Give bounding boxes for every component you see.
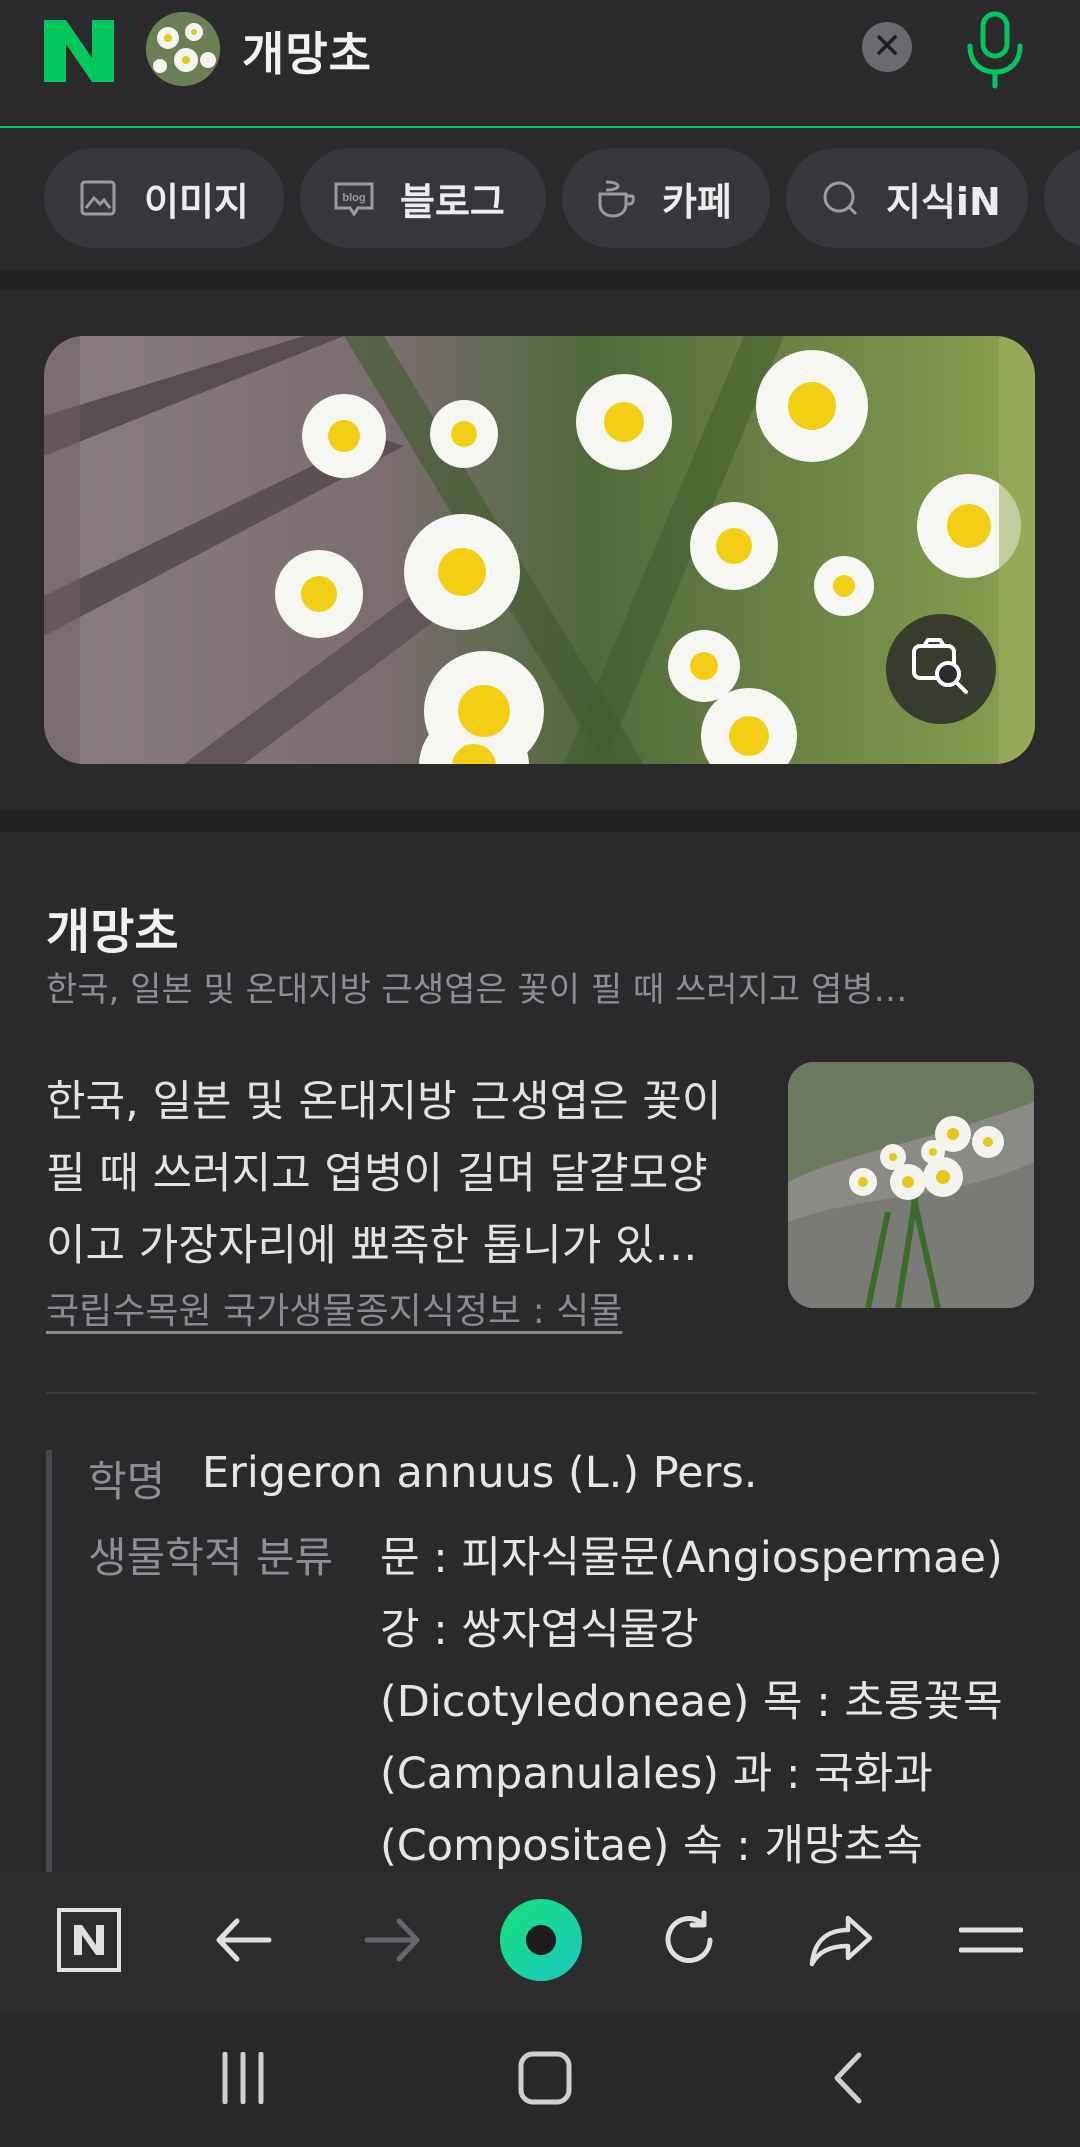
image-search-icon	[908, 634, 974, 704]
image-icon	[74, 174, 122, 222]
recent-apps-icon	[219, 2051, 267, 2108]
classification-label: 생물학적 분류	[88, 1533, 334, 1582]
tab-more[interactable]	[1044, 148, 1080, 248]
tab-knowledge-in[interactable]: 지식iN	[786, 148, 1028, 248]
query-thumbnail	[146, 12, 220, 86]
menu-button[interactable]	[946, 1902, 1036, 1982]
knowledge-icon	[816, 174, 864, 222]
encyclopedia-card: 개망초 한국, 일본 및 온대지방 근생엽은 꽃이 필 때 쓰러지고 엽병… 한…	[0, 832, 1080, 1880]
recent-apps-button[interactable]	[198, 2040, 288, 2120]
home-icon	[517, 2050, 573, 2110]
system-navigation-bar	[0, 2012, 1080, 2147]
cafe-cup-icon	[592, 174, 640, 222]
menu-icon	[958, 1920, 1024, 1964]
share-icon	[808, 1912, 874, 1972]
refresh-button[interactable]	[644, 1902, 734, 1982]
tab-label: 블로그	[400, 179, 505, 224]
detail-bar	[46, 1450, 52, 1880]
section-gap	[0, 270, 1080, 290]
voice-search-button[interactable]	[960, 10, 1030, 90]
green-dot-icon	[498, 1897, 584, 1987]
scientific-name-label: 학명	[88, 1457, 166, 1506]
search-query[interactable]: 개망초	[242, 18, 372, 84]
tab-label: 이미지	[144, 179, 249, 224]
system-home-button[interactable]	[500, 2040, 590, 2120]
source-link[interactable]: 국립수목원 국가생물종지식정보 : 식물	[46, 1282, 622, 1334]
section-gap	[0, 810, 1080, 832]
scientific-name-value: Erigeron annuus (L.) Pers.	[202, 1448, 758, 1498]
clear-search-button[interactable]	[862, 22, 912, 72]
tab-label: 지식iN	[886, 179, 1001, 224]
home-n-icon	[56, 1907, 122, 1977]
divider	[46, 1392, 1036, 1394]
entry-title[interactable]: 개망초	[46, 892, 178, 962]
naver-home-button[interactable]	[44, 1902, 134, 1982]
entry-thumbnail[interactable]	[788, 1062, 1034, 1308]
forward-arrow-icon	[363, 1915, 423, 1969]
refresh-icon	[658, 1909, 720, 1975]
tab-cafe[interactable]: 카페	[562, 148, 770, 248]
mic-icon	[960, 11, 1030, 94]
entry-description[interactable]: 한국, 일본 및 온대지방 근생엽은 꽃이 필 때 쓰러지고 엽병이 길며 달걀…	[46, 1066, 746, 1282]
hero-image[interactable]	[44, 336, 1035, 764]
green-dot-button[interactable]	[496, 1899, 586, 1982]
entry-subtitle: 한국, 일본 및 온대지방 근생엽은 꽃이 필 때 쓰러지고 엽병…	[46, 970, 908, 1010]
blog-icon: blog	[330, 174, 378, 222]
tab-images[interactable]: 이미지	[44, 148, 284, 248]
naver-logo[interactable]	[44, 20, 114, 82]
svg-text:blog: blog	[342, 192, 365, 204]
browser-toolbar	[0, 1872, 1080, 2012]
search-tabs: 이미지 blog 블로그 카페 지식iN	[0, 130, 1080, 270]
forward-button[interactable]	[348, 1902, 438, 1982]
tab-blog[interactable]: blog 블로그	[300, 148, 546, 248]
tab-label: 카페	[662, 179, 732, 224]
back-icon	[829, 2051, 865, 2109]
back-arrow-icon	[213, 1915, 273, 1969]
back-button[interactable]	[198, 1902, 288, 1982]
share-button[interactable]	[796, 1902, 886, 1982]
image-search-button[interactable]	[886, 614, 996, 724]
close-icon	[876, 34, 898, 60]
system-back-button[interactable]	[802, 2040, 892, 2120]
classification-value: 문 : 피자식물문(Angiospermae) 강 : 쌍자엽식물강 (Dico…	[380, 1533, 1003, 1871]
search-header: 개망초	[0, 0, 1080, 128]
